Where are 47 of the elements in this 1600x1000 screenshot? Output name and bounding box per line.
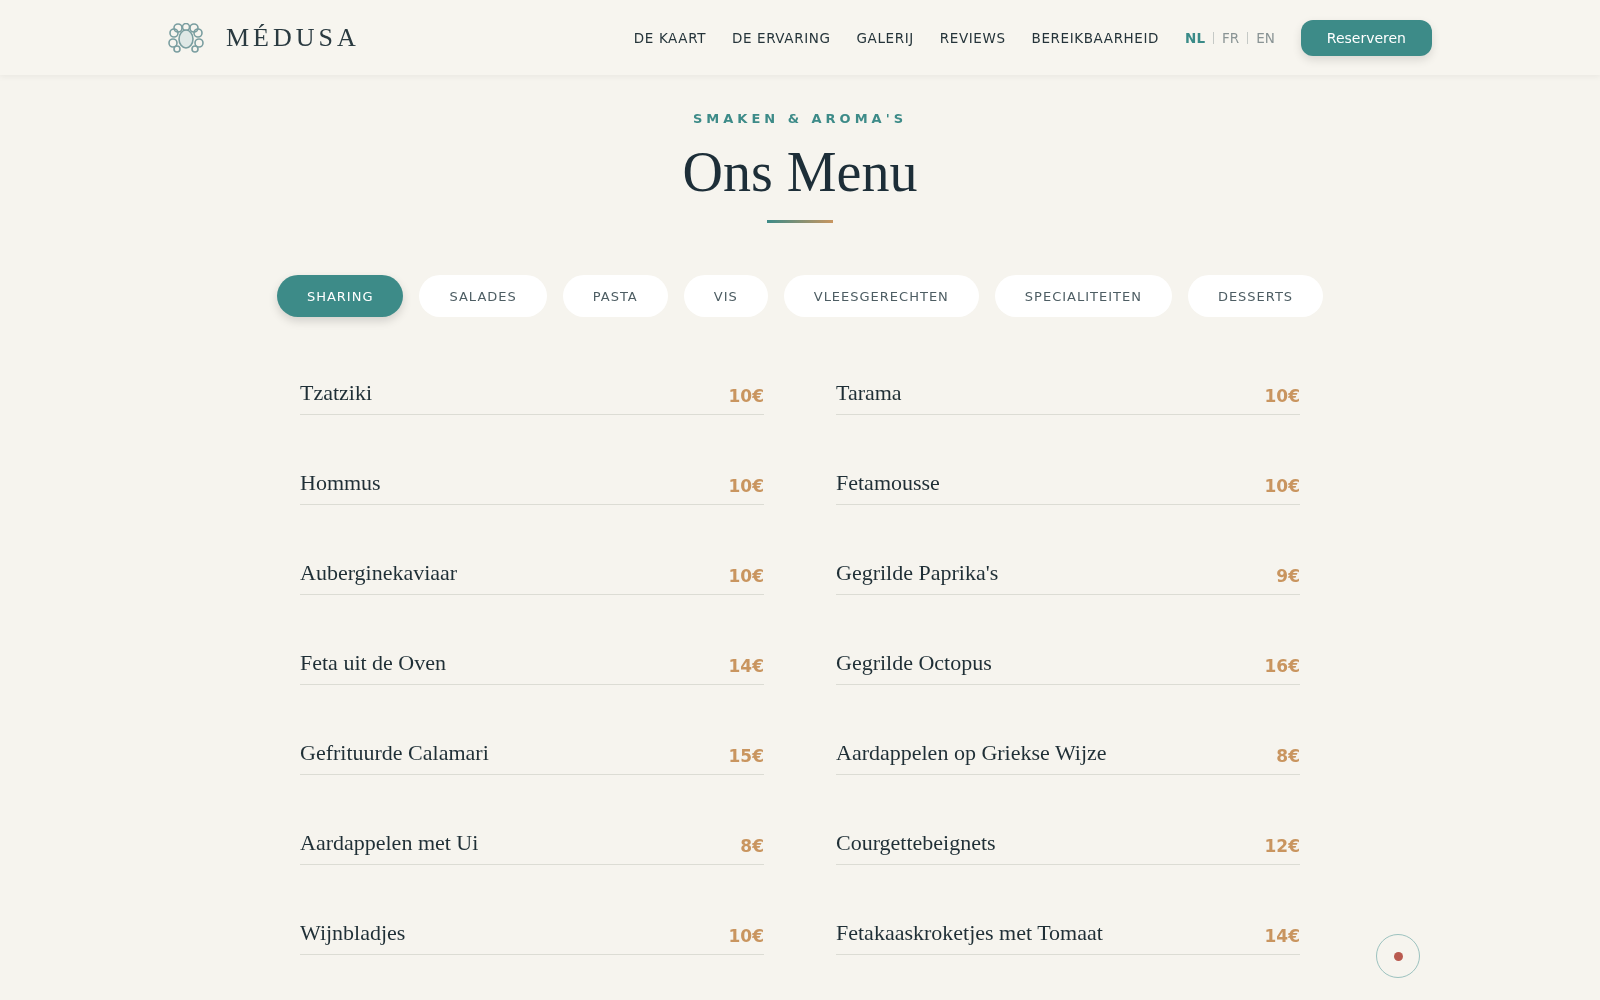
language-link[interactable]: NL — [1185, 29, 1205, 46]
dish-price: 10€ — [1264, 386, 1300, 406]
category-tab[interactable]: DESSERTS — [1187, 275, 1324, 317]
category-tab[interactable]: SALADES — [419, 275, 547, 317]
dish-name: Gefrituurde Calamari — [300, 740, 489, 766]
dish-name: Feta uit de Oven — [300, 650, 447, 676]
medusa-head-icon — [168, 22, 204, 53]
title-underline — [767, 220, 833, 223]
dish-name: Aardappelen op Griekse Wijze — [836, 740, 1107, 766]
dish-name: Aardappelen met Ui — [300, 830, 479, 856]
nav-link[interactable]: DE ERVARING — [732, 29, 831, 46]
dish-name: Wijnbladjes — [300, 920, 406, 946]
dish-name: Gegrilde Octopus — [836, 650, 992, 676]
dish-name: Tzatziki — [300, 380, 373, 406]
section-title: Ons Menu — [682, 140, 918, 204]
nav-link[interactable]: REVIEWS — [939, 29, 1006, 46]
dish-price: 12€ — [1264, 836, 1300, 856]
dish-price: 8€ — [1276, 746, 1300, 766]
dish-name: Hommus — [300, 470, 381, 496]
dish-price: 10€ — [728, 566, 764, 586]
dish-name: Courgettebeignets — [836, 830, 996, 856]
dish-price: 15€ — [728, 746, 764, 766]
dish-price: 16€ — [1264, 656, 1300, 676]
dish-name: Fetamousse — [836, 470, 940, 496]
reserve-button[interactable]: Reserveren — [1300, 19, 1432, 56]
category-tab[interactable]: PASTA — [562, 275, 668, 317]
dish-price: 14€ — [1264, 926, 1300, 946]
dish-price: 14€ — [728, 656, 764, 676]
dish-name: Fetakaaskroketjes met Tomaat — [836, 920, 1103, 946]
nav-link[interactable]: DE KAART — [633, 29, 706, 46]
dish-price: 9€ — [1276, 566, 1300, 586]
category-tab[interactable]: VLEESGERECHTEN — [783, 275, 979, 317]
dish-name: Gegrilde Paprika's — [836, 560, 999, 586]
brand-name[interactable]: MÉDUSA — [226, 22, 360, 53]
category-tab[interactable]: VIS — [683, 275, 768, 317]
dish-name: Tarama — [836, 380, 902, 406]
dish-price: 10€ — [728, 476, 764, 496]
dish-price: 10€ — [728, 926, 764, 946]
nav-link[interactable]: BEREIKBAARHEID — [1031, 29, 1160, 46]
dish-price: 10€ — [1264, 476, 1300, 496]
category-tab[interactable]: SHARING — [276, 275, 404, 317]
category-tab[interactable]: SPECIALITEITEN — [994, 275, 1172, 317]
dish-price: 10€ — [728, 386, 764, 406]
section-eyebrow: SMAKEN & AROMA'S — [692, 111, 907, 126]
dish-name: Auberginekaviaar — [300, 560, 458, 586]
dish-price: 8€ — [740, 836, 764, 856]
nav-link[interactable]: GALERIJ — [856, 29, 914, 46]
